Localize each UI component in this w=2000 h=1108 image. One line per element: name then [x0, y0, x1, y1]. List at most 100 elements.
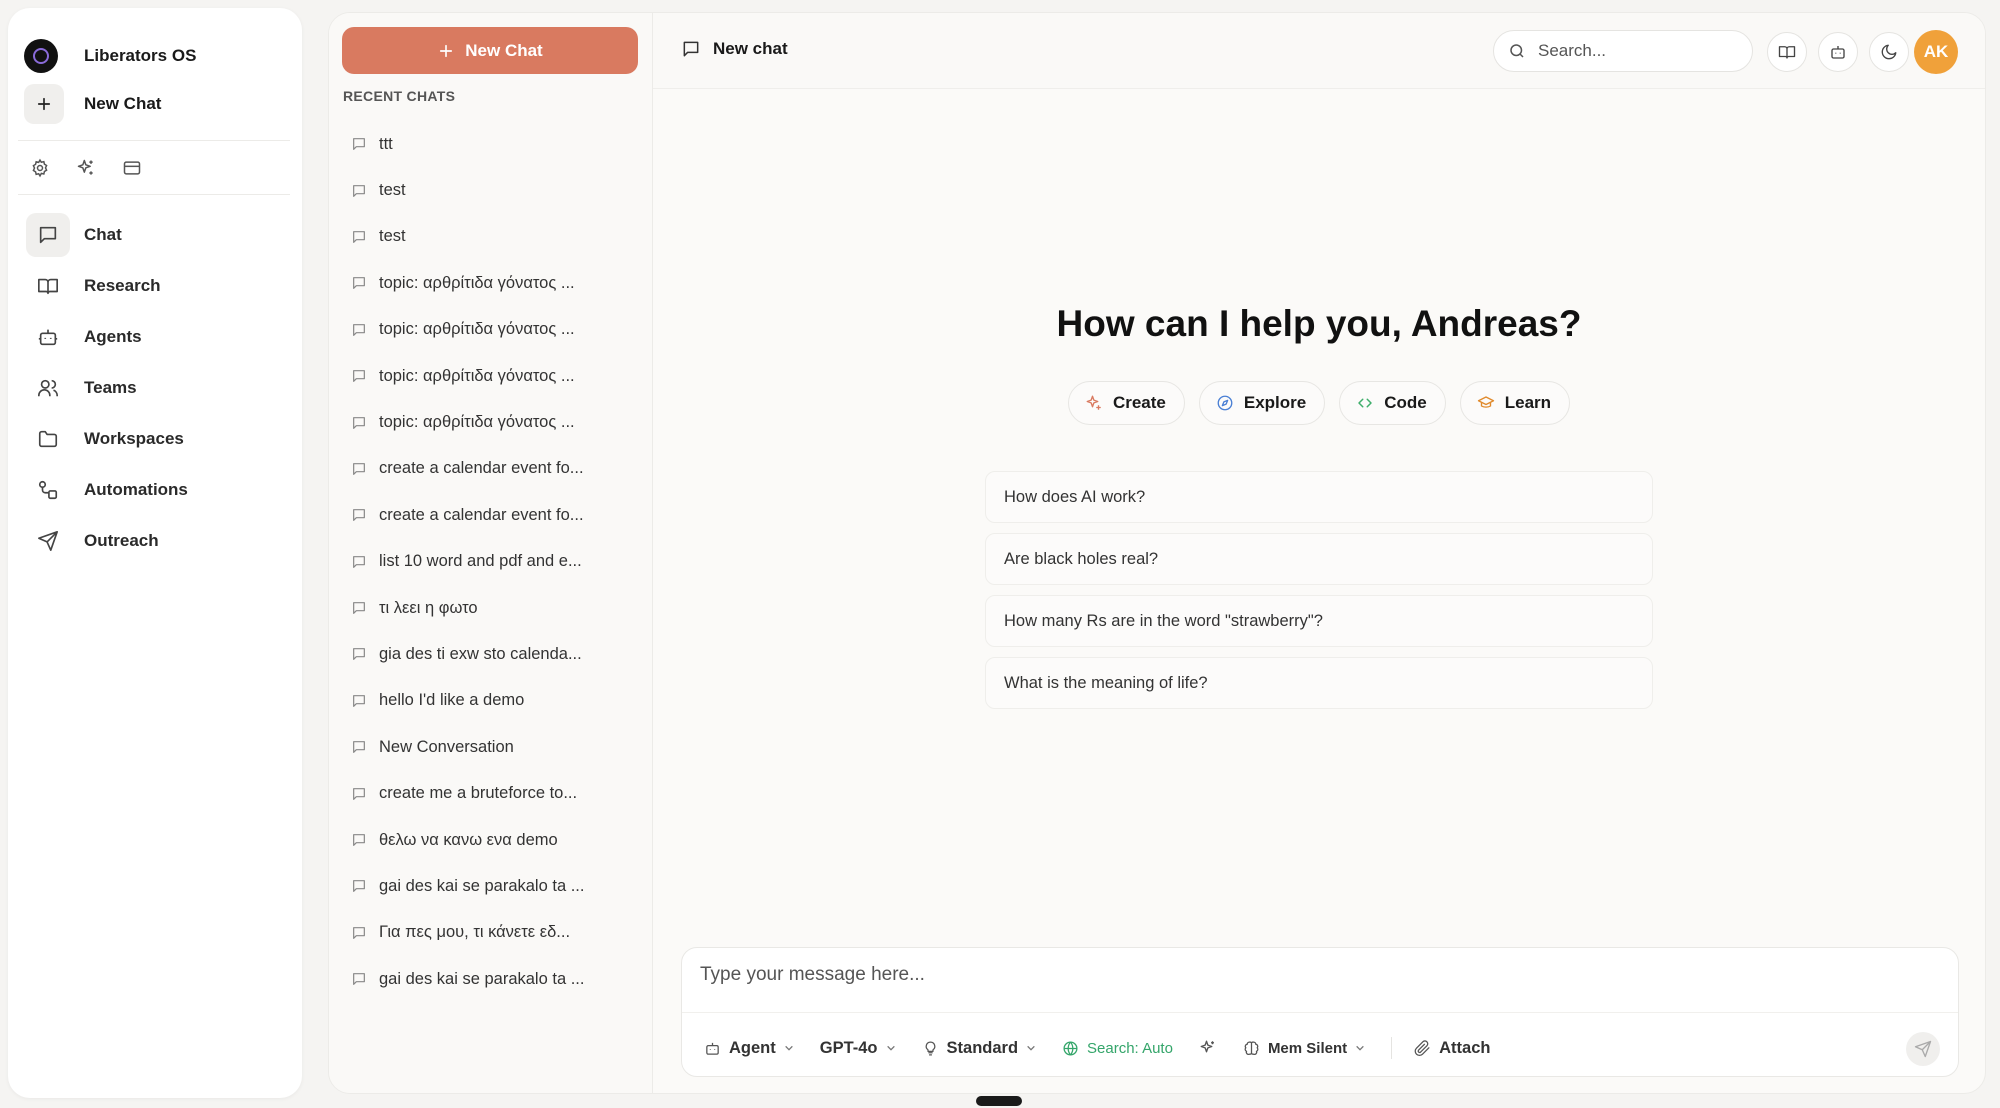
- recent-chat-item[interactable]: create me a bruteforce to...: [343, 770, 643, 816]
- mode-dropdown[interactable]: Standard: [922, 1039, 1037, 1058]
- plus-icon: [437, 42, 455, 60]
- suggestion-item[interactable]: Are black holes real?: [985, 533, 1653, 585]
- sidebar-item-teams[interactable]: Teams: [18, 365, 294, 411]
- recent-chat-title: ttt: [379, 134, 393, 153]
- recent-chat-item[interactable]: gai des kai se parakalo ta ...: [343, 863, 643, 909]
- recent-chat-item[interactable]: New Conversation: [343, 724, 643, 770]
- suggestion-item[interactable]: How does AI work?: [985, 471, 1653, 523]
- recent-chat-item[interactable]: τι λεει η φωτο: [343, 585, 643, 631]
- model-dropdown[interactable]: GPT-4o: [820, 1039, 896, 1058]
- recent-chat-item[interactable]: gai des kai se parakalo ta ...: [343, 956, 643, 1002]
- chat-icon: [351, 229, 367, 245]
- learn-button[interactable]: Learn: [1459, 381, 1571, 425]
- recent-chat-title: topic: αρθρίτιδα γόνατος ...: [379, 413, 575, 432]
- code-label: Code: [1384, 393, 1427, 412]
- recent-chat-item[interactable]: topic: αρθρίτιδα γόνατος ...: [343, 353, 643, 399]
- recent-chat-item[interactable]: topic: αρθρίτιδα γόνατος ...: [343, 399, 643, 445]
- recent-chat-item[interactable]: hello I'd like a demo: [343, 678, 643, 724]
- library-button[interactable]: [1767, 32, 1807, 72]
- recent-chat-item[interactable]: topic: αρθρίτιδα γόνατος ...: [343, 307, 643, 353]
- recent-chat-item[interactable]: create a calendar event fo...: [343, 492, 643, 538]
- quick-actions: Create Explore Code Learn: [653, 381, 1985, 425]
- attach-button[interactable]: Attach: [1414, 1039, 1490, 1058]
- chat-icon: [351, 554, 367, 570]
- globe-icon: [1062, 1040, 1079, 1057]
- theme-toggle-button[interactable]: [1869, 32, 1909, 72]
- chat-icon: [351, 136, 367, 152]
- bot-icon: [704, 1040, 721, 1057]
- sidebar-item-label: Automations: [84, 480, 188, 499]
- sidebar-item-research[interactable]: Research: [18, 263, 294, 309]
- chat-title: New chat: [681, 39, 788, 59]
- sidebar-item-chat[interactable]: Chat: [18, 212, 294, 258]
- suggestion-item[interactable]: How many Rs are in the word "strawberry"…: [985, 595, 1653, 647]
- book-icon: [37, 275, 59, 297]
- search-input[interactable]: [1538, 41, 1728, 61]
- recent-chat-item[interactable]: gia des ti exw sto calenda...: [343, 631, 643, 677]
- chat-icon: [351, 368, 367, 384]
- recent-chat-item[interactable]: create a calendar event fo...: [343, 446, 643, 492]
- recent-chat-item[interactable]: test: [343, 167, 643, 213]
- composer-controls: Agent GPT-4o Standard Search: Auto Mem S…: [704, 1030, 1516, 1066]
- main-panel: New Chat RECENT CHATS ttt test test topic: …: [328, 12, 1986, 1094]
- new-chat-button[interactable]: New Chat: [342, 27, 638, 74]
- explore-button[interactable]: Explore: [1198, 381, 1326, 425]
- send-icon: [37, 530, 59, 552]
- message-composer: Agent GPT-4o Standard: [681, 947, 1959, 1077]
- recent-chat-item[interactable]: ttt: [343, 121, 643, 167]
- model-label: GPT-4o: [819, 1038, 878, 1057]
- brand-logo-icon: [24, 39, 58, 73]
- enhance-button[interactable]: [1199, 1039, 1217, 1057]
- suggestion-item[interactable]: What is the meaning of life?: [985, 657, 1653, 709]
- create-button[interactable]: Create: [1067, 381, 1185, 425]
- chat-icon: [351, 275, 367, 291]
- search-mode-label: Search: Auto: [1087, 1039, 1173, 1057]
- sparkle-icon: [1199, 1039, 1217, 1057]
- scroll-handle[interactable]: [976, 1096, 1022, 1106]
- chat-icon: [351, 832, 367, 848]
- gear-icon[interactable]: [30, 158, 50, 178]
- chat-icon: [37, 224, 59, 246]
- recent-chat-title: τι λεει η φωτο: [379, 598, 478, 617]
- new-chat-label: New Chat: [465, 40, 543, 60]
- recent-chats-title: RECENT CHATS: [343, 88, 456, 104]
- chat-icon: [351, 600, 367, 616]
- sidebar-tools: [30, 158, 142, 178]
- sidebar-item-agents[interactable]: Agents: [18, 314, 294, 360]
- sidebar-item-label: Chat: [84, 225, 122, 244]
- composer-divider: [682, 1012, 1958, 1013]
- sidebar-item-automations[interactable]: Automations: [18, 467, 294, 513]
- recent-chat-item[interactable]: Για πες μου, τι κάνετε εδ...: [343, 910, 643, 956]
- brand[interactable]: Liberators OS: [24, 34, 196, 78]
- avatar[interactable]: AK: [1914, 30, 1958, 74]
- sidebar-item-workspaces[interactable]: Workspaces: [18, 416, 294, 462]
- recent-chat-item[interactable]: list 10 word and pdf and e...: [343, 539, 643, 585]
- search-box[interactable]: [1493, 30, 1753, 72]
- message-input[interactable]: [700, 964, 1900, 1000]
- agent-dropdown[interactable]: Agent: [704, 1039, 794, 1058]
- sidebar-new-chat-button[interactable]: New Chat: [18, 81, 161, 127]
- bot-icon: [37, 326, 59, 348]
- recent-chat-title: θελω να κανω ενα demo: [379, 830, 558, 849]
- recent-chat-item[interactable]: test: [343, 214, 643, 260]
- code-button[interactable]: Code: [1339, 381, 1446, 425]
- card-icon[interactable]: [122, 158, 142, 178]
- graduation-cap-icon: [1477, 394, 1495, 412]
- recent-chat-item[interactable]: θελω να κανω ενα demo: [343, 817, 643, 863]
- recent-chat-title: gai des kai se parakalo ta ...: [379, 876, 585, 895]
- sidebar-item-outreach[interactable]: Outreach: [18, 518, 294, 564]
- chevron-down-icon: [886, 1043, 896, 1053]
- chat-icon: [351, 925, 367, 941]
- send-button[interactable]: [1906, 1032, 1940, 1066]
- recent-chat-title: list 10 word and pdf and e...: [379, 552, 582, 571]
- sidebar-item-label: Workspaces: [84, 429, 184, 448]
- recent-chat-title: hello I'd like a demo: [379, 691, 525, 710]
- agents-button[interactable]: [1818, 32, 1858, 72]
- search-icon: [1508, 42, 1526, 60]
- chevron-down-icon: [784, 1043, 794, 1053]
- memory-dropdown[interactable]: Mem Silent: [1243, 1040, 1365, 1057]
- recent-chat-title: create a calendar event fo...: [379, 505, 584, 524]
- sparkle-icon[interactable]: [76, 158, 96, 178]
- search-mode-toggle[interactable]: Search: Auto: [1062, 1040, 1173, 1057]
- recent-chat-item[interactable]: topic: αρθρίτιδα γόνατος ...: [343, 260, 643, 306]
